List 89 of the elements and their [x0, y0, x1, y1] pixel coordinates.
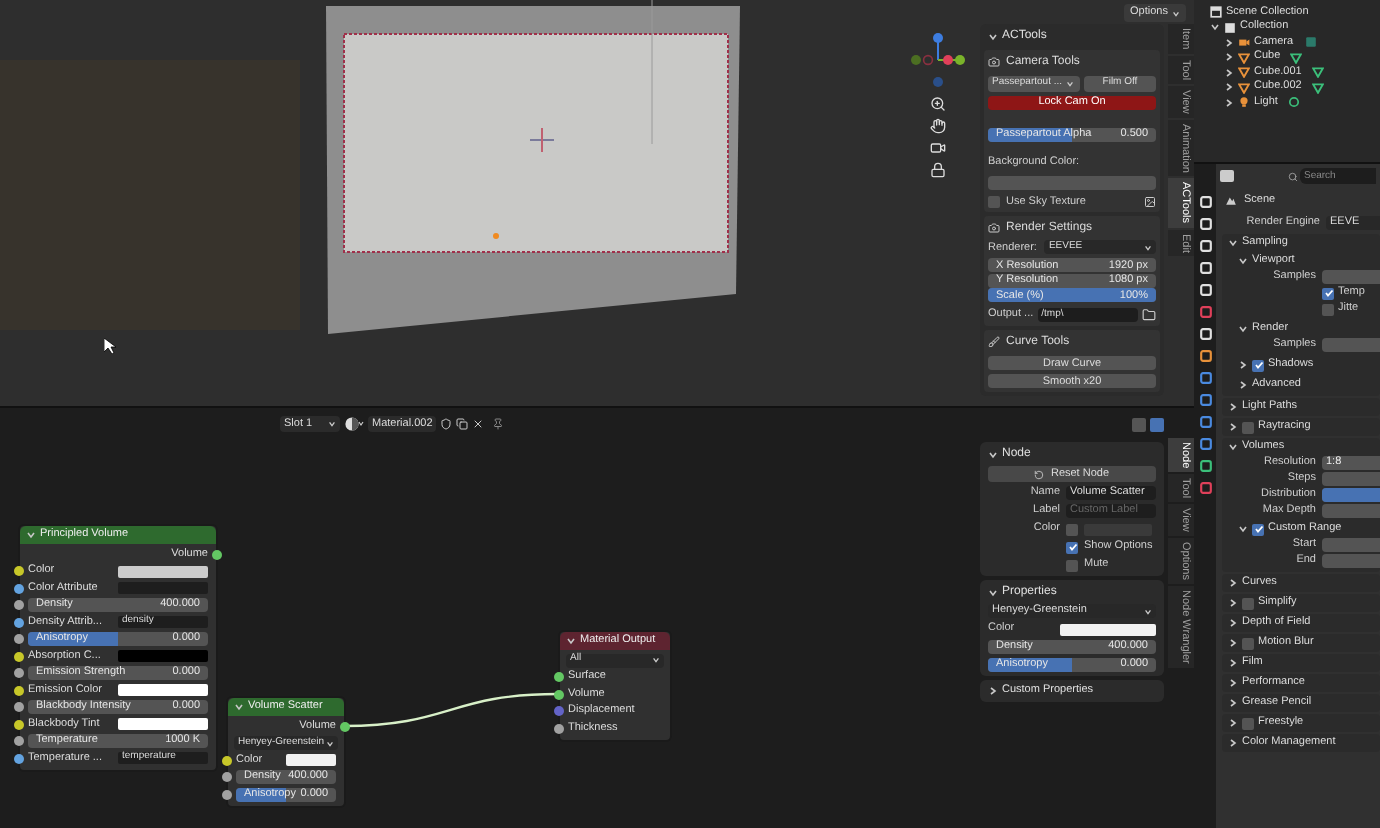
chevron-icon[interactable] — [1224, 97, 1234, 107]
caret-icon — [1171, 9, 1180, 17]
chevron-icon[interactable] — [1228, 598, 1238, 608]
collection-icon — [1224, 21, 1236, 33]
color-swatch[interactable] — [286, 754, 336, 766]
chevron-icon[interactable] — [1210, 22, 1220, 32]
caret-icon — [326, 739, 334, 747]
camera-icon[interactable] — [930, 140, 946, 156]
checkbox[interactable] — [1242, 717, 1254, 729]
checkbox[interactable] — [1242, 597, 1254, 609]
color-swatch[interactable] — [118, 718, 208, 730]
checkbox[interactable] — [1066, 541, 1078, 553]
checkbox[interactable] — [1322, 287, 1334, 299]
input-field[interactable] — [1322, 270, 1380, 284]
light-data-icon — [1287, 96, 1300, 108]
zoom-icon[interactable] — [930, 96, 946, 112]
pin-icon[interactable] — [492, 418, 505, 430]
checkbox[interactable] — [1252, 359, 1264, 371]
color-swatch[interactable] — [1060, 623, 1156, 635]
chevron-icon[interactable] — [1224, 52, 1234, 62]
checkbox[interactable] — [1242, 637, 1254, 649]
material-sphere-icon[interactable] — [344, 416, 364, 432]
caret-icon — [1144, 607, 1152, 615]
caret-icon — [328, 420, 336, 428]
color-swatch[interactable] — [118, 650, 208, 662]
chevron-icon[interactable] — [1238, 380, 1248, 390]
chevron-icon[interactable] — [1224, 67, 1234, 77]
chevron-icon[interactable] — [1228, 422, 1238, 432]
checkbox[interactable] — [1322, 303, 1334, 315]
chevron-icon[interactable] — [988, 686, 998, 696]
slider[interactable] — [1322, 488, 1380, 502]
chevron-icon[interactable] — [1238, 524, 1248, 534]
camera-object-icon — [1238, 36, 1250, 48]
checkbox[interactable] — [1066, 523, 1078, 535]
folder-icon[interactable] — [1142, 307, 1156, 322]
chevron-icon[interactable] — [26, 530, 36, 540]
scene-collection-icon — [1210, 6, 1222, 18]
color-swatch[interactable] — [118, 684, 208, 696]
chevron-icon[interactable] — [1224, 82, 1234, 92]
camera-icon — [988, 56, 1000, 68]
chevron-icon[interactable] — [1228, 738, 1238, 748]
chevron-icon[interactable] — [1228, 658, 1238, 668]
hand-icon[interactable] — [930, 118, 946, 134]
scene-icon — [1224, 194, 1238, 206]
checkbox[interactable] — [1252, 523, 1264, 535]
chevron-icon[interactable] — [1228, 402, 1238, 412]
chevron-icon[interactable] — [1228, 698, 1238, 708]
chevron-icon[interactable] — [1238, 324, 1248, 334]
axis-gizmo-icon[interactable] — [910, 30, 966, 90]
close-icon[interactable] — [472, 418, 485, 430]
chevron-icon[interactable] — [1224, 37, 1234, 47]
chevron-icon[interactable] — [234, 702, 244, 712]
input-field[interactable] — [1322, 504, 1380, 518]
chevron-icon[interactable] — [1228, 578, 1238, 588]
checkbox[interactable] — [1242, 421, 1254, 433]
color-swatch[interactable] — [118, 565, 208, 577]
chevron-icon[interactable] — [988, 32, 998, 42]
chevron-icon[interactable] — [988, 449, 998, 459]
mouse-cursor-icon — [104, 338, 116, 354]
chevron-icon[interactable] — [1238, 256, 1248, 266]
caret-icon — [1066, 79, 1075, 87]
reset-icon — [1034, 469, 1045, 479]
caret-icon — [1144, 243, 1152, 252]
chevron-icon[interactable] — [566, 636, 576, 646]
color-field[interactable] — [988, 175, 1156, 190]
chevron-icon[interactable] — [1228, 442, 1238, 452]
caret-icon — [652, 656, 660, 664]
search-icon — [1288, 171, 1298, 181]
input-field[interactable] — [1322, 538, 1380, 552]
shield-icon[interactable] — [440, 418, 453, 430]
input-field[interactable] — [1322, 472, 1380, 486]
duplicate-icon[interactable] — [456, 418, 469, 430]
input-field[interactable] — [1322, 338, 1380, 352]
chevron-icon[interactable] — [1228, 718, 1238, 728]
chevron-icon[interactable] — [1228, 618, 1238, 628]
chevron-icon[interactable] — [1228, 678, 1238, 688]
image-icon[interactable] — [1144, 195, 1156, 208]
checkbox[interactable] — [988, 195, 1000, 208]
chevron-icon[interactable] — [988, 587, 998, 597]
chevron-icon[interactable] — [1238, 360, 1248, 370]
lock-icon[interactable] — [930, 162, 946, 178]
light-object-icon — [1238, 96, 1250, 108]
chevron-icon[interactable] — [1228, 638, 1238, 648]
camera-icon — [988, 222, 1000, 235]
camera-data-icon — [1303, 36, 1318, 48]
checkbox[interactable] — [1066, 559, 1078, 571]
brush-icon — [988, 336, 1000, 349]
chevron-icon[interactable] — [1228, 238, 1238, 248]
input-field[interactable] — [1322, 554, 1380, 568]
